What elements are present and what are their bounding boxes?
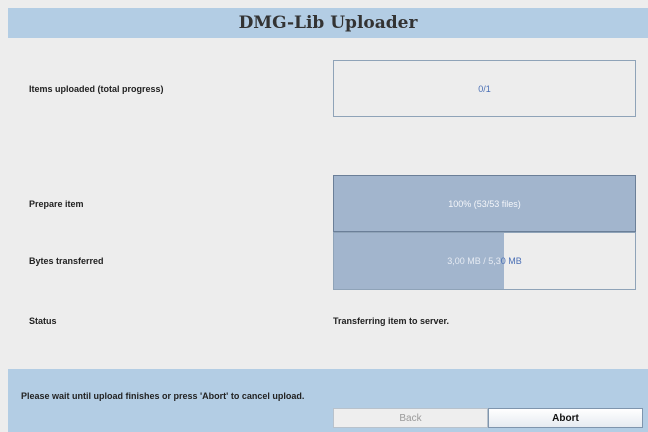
bytes-transferred-text: 3,00 MB / 5,3 0 MB bbox=[334, 233, 635, 289]
app-title: DMG-Lib Uploader bbox=[238, 13, 418, 33]
bytes-transferred-text-part1: 3,00 MB / 5,3 bbox=[447, 256, 501, 266]
back-button[interactable]: Back bbox=[333, 408, 488, 428]
prepare-item-progress-text: 100% (53/53 files) bbox=[448, 198, 521, 209]
total-progress-bar: 0/1 bbox=[333, 60, 636, 117]
bytes-transferred-progress-bar: 3,00 MB / 5,3 0 MB bbox=[333, 232, 636, 290]
footer-bar: Please wait until upload finishes or pre… bbox=[8, 369, 648, 432]
prepare-item-label: Prepare item bbox=[29, 199, 84, 209]
total-progress-text: 0/1 bbox=[478, 83, 491, 94]
bytes-transferred-label: Bytes transferred bbox=[29, 256, 104, 266]
bytes-transferred-text-part2: 0 MB bbox=[500, 256, 522, 266]
total-progress-label: Items uploaded (total progress) bbox=[29, 84, 164, 94]
prepare-item-progress-bar: 100% (53/53 files) bbox=[333, 175, 636, 232]
title-bar: DMG-Lib Uploader bbox=[8, 8, 648, 38]
status-label: Status bbox=[29, 316, 57, 326]
status-value: Transferring item to server. bbox=[333, 316, 450, 326]
abort-button[interactable]: Abort bbox=[488, 408, 643, 428]
footer-message: Please wait until upload finishes or pre… bbox=[21, 391, 305, 401]
